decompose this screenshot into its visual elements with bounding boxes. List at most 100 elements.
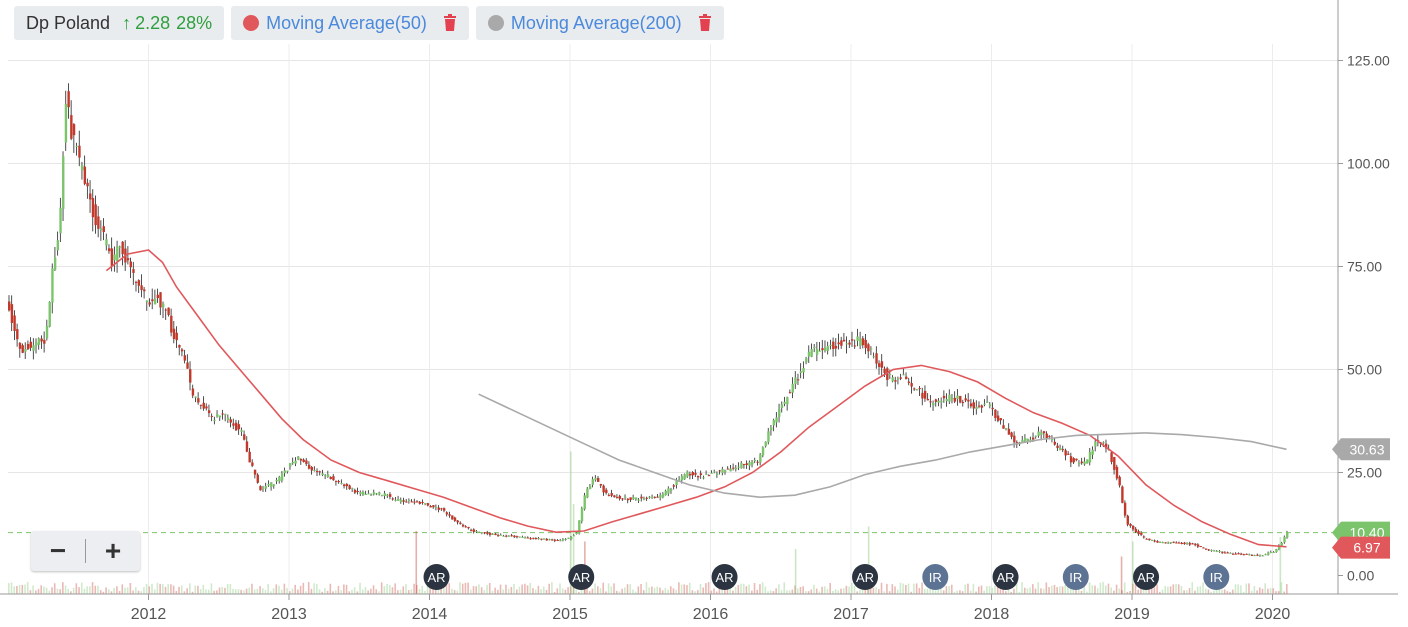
volume-bar xyxy=(145,583,148,594)
volume-bar xyxy=(1156,584,1158,594)
zoom-in-button[interactable]: + xyxy=(86,531,140,571)
zoom-controls: − + xyxy=(31,531,140,571)
annual-report-marker[interactable]: AR xyxy=(992,564,1019,590)
volume-bar xyxy=(453,590,456,594)
candle-body xyxy=(10,304,14,323)
candle-body xyxy=(534,538,538,540)
ticker-chip[interactable]: Dp Poland ↑ 2.28 28% xyxy=(14,6,225,40)
candle-body xyxy=(397,498,400,501)
candle-body xyxy=(926,398,930,401)
volume-bar xyxy=(845,585,848,594)
volume-bar xyxy=(399,589,402,594)
volume-bar xyxy=(391,587,394,594)
ma200-label[interactable]: Moving Average(200) xyxy=(511,13,682,34)
candle-body xyxy=(210,415,214,417)
annual-report-marker[interactable]: AR xyxy=(1133,564,1160,590)
candle-body xyxy=(845,343,848,345)
volume-bar xyxy=(810,589,813,594)
x-tick-label: 2019 xyxy=(1114,606,1150,623)
stock-chart[interactable]: 125.00 100.00 75.00 50.00 25.00 0.00 2012 2013 2… xyxy=(0,0,1408,627)
candle-body xyxy=(591,479,595,485)
candle-body xyxy=(615,496,619,498)
candle-body xyxy=(921,392,924,399)
volume-bar xyxy=(472,586,475,594)
volume-bar xyxy=(180,585,183,594)
candle-body xyxy=(540,538,543,540)
volume-bar xyxy=(251,583,253,594)
candle-body xyxy=(102,226,105,233)
candle-body xyxy=(159,292,162,308)
volume-bar xyxy=(1237,584,1239,594)
volume-bar xyxy=(513,583,515,594)
x-tick-label: 2020 xyxy=(1255,606,1291,623)
volume-bar xyxy=(1059,586,1061,594)
volume-bar xyxy=(556,588,559,594)
x-tick-label: 2018 xyxy=(974,606,1010,623)
candle-body xyxy=(948,394,951,402)
candle-body xyxy=(686,471,689,477)
volume-bar xyxy=(124,587,126,594)
candle-body xyxy=(483,532,486,534)
volume-bar xyxy=(56,588,59,594)
ma50-label[interactable]: Moving Average(50) xyxy=(266,13,427,34)
candle-body xyxy=(756,461,759,463)
volume-bar xyxy=(664,587,667,594)
interim-report-marker[interactable]: IR xyxy=(922,564,949,590)
candle-body xyxy=(145,300,149,303)
volume-bar xyxy=(170,584,172,594)
annual-report-marker[interactable]: AR xyxy=(568,564,595,590)
candle-body xyxy=(307,464,311,469)
interim-report-marker[interactable]: IR xyxy=(1062,564,1089,590)
y-tick-label: 125.00 xyxy=(1347,53,1390,69)
volume-bar xyxy=(164,586,167,594)
volume-spike xyxy=(1120,556,1123,594)
interim-report-marker[interactable]: IR xyxy=(1203,564,1230,590)
candle-body xyxy=(518,536,522,538)
volume-bar xyxy=(234,589,237,594)
volume-bar xyxy=(364,587,367,594)
annual-report-marker[interactable]: AR xyxy=(423,564,450,590)
y-tick-label: 50.00 xyxy=(1347,362,1382,378)
zoom-out-button[interactable]: − xyxy=(31,531,85,571)
candle-body xyxy=(607,495,611,497)
volume-bar xyxy=(769,590,772,594)
candle-body xyxy=(888,373,892,375)
volume-bar xyxy=(745,586,748,594)
candle-body xyxy=(26,343,30,350)
candle-body xyxy=(267,483,270,486)
candle-body xyxy=(683,474,686,480)
candle-body xyxy=(1094,441,1097,447)
ma50-chip[interactable]: Moving Average(50) xyxy=(231,6,469,40)
candle-body xyxy=(1088,451,1092,463)
candle-body xyxy=(418,501,422,504)
trash-icon[interactable] xyxy=(698,14,712,32)
candle-body xyxy=(626,498,630,501)
candle-body xyxy=(1069,456,1073,463)
candle-body xyxy=(359,492,362,495)
candle-body xyxy=(1083,461,1086,465)
volume-bar xyxy=(59,589,61,594)
annual-report-marker[interactable]: AR xyxy=(852,564,879,590)
candle-body xyxy=(699,473,703,475)
volume-bar xyxy=(1040,588,1042,594)
volume-bar xyxy=(413,583,415,594)
candle-body xyxy=(321,473,324,476)
volume-bar xyxy=(197,585,199,594)
candle-body xyxy=(961,401,965,404)
candle-body xyxy=(772,419,776,426)
candle-body xyxy=(107,248,111,252)
candle-body xyxy=(969,403,973,407)
trash-icon[interactable] xyxy=(443,14,457,32)
candle-body xyxy=(191,388,195,396)
volume-bar xyxy=(1204,588,1207,594)
candle-body xyxy=(991,407,994,410)
candle-body xyxy=(1134,528,1138,532)
volume-bar xyxy=(475,586,478,594)
annual-report-marker[interactable]: AR xyxy=(711,564,738,590)
ma200-chip[interactable]: Moving Average(200) xyxy=(475,6,724,40)
volume-bar xyxy=(748,584,750,594)
volume-bar xyxy=(848,586,850,594)
candle-body xyxy=(53,257,57,270)
volume-bar xyxy=(388,585,391,594)
volume-bar xyxy=(151,583,153,594)
